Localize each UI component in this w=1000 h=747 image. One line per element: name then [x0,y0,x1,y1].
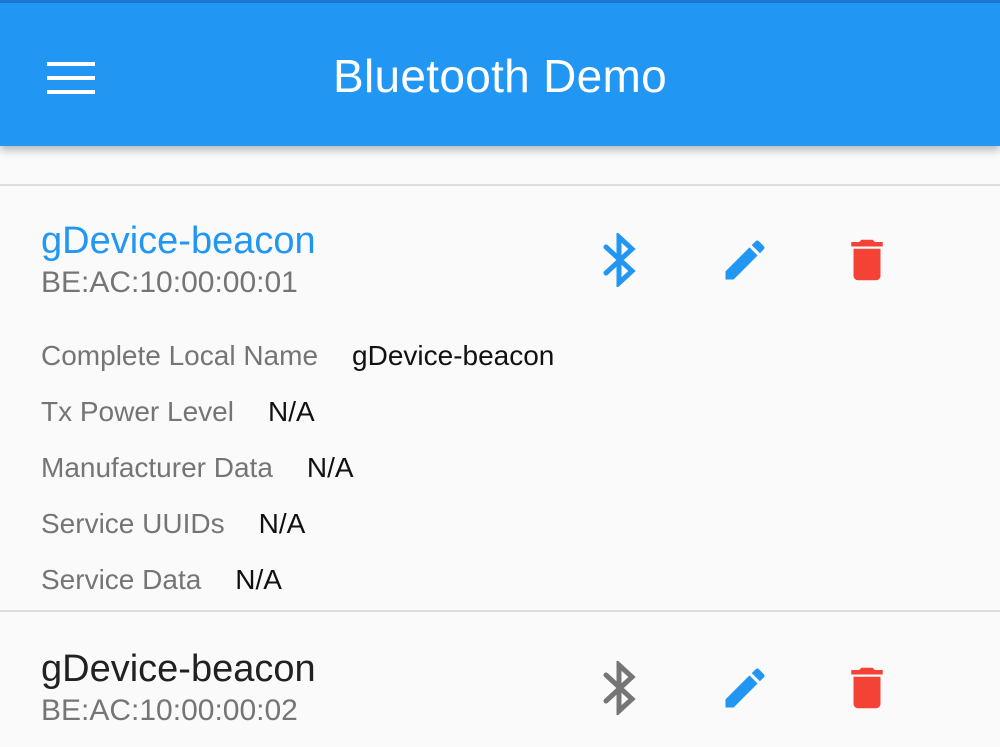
detail-row: Manufacturer Data N/A [41,452,354,484]
detail-value: N/A [258,508,306,539]
connect-button[interactable] [590,658,650,718]
connect-button[interactable] [590,230,650,290]
device-mac-address: BE:AC:10:00:00:01 [41,266,298,299]
device-list-item[interactable]: gDevice-beacon BE:AC:10:00:00:01 Complet… [0,186,1000,610]
edit-icon [725,240,765,280]
delete-button[interactable] [837,658,897,718]
detail-label: Tx Power Level [41,396,234,427]
detail-value: N/A [267,396,315,427]
edit-button[interactable] [715,230,775,290]
bluetooth-icon [603,661,636,715]
detail-label: Complete Local Name [41,340,319,371]
edit-icon [725,668,765,708]
device-mac-address: BE:AC:10:00:00:02 [41,694,298,727]
delete-icon [851,667,883,709]
detail-row: Tx Power Level N/A [41,396,315,428]
delete-button[interactable] [837,230,897,290]
detail-label: Manufacturer Data [41,452,273,483]
detail-row: Complete Local Name gDevice-beacon [41,340,554,372]
device-name: gDevice-beacon [41,648,316,690]
app-title: Bluetooth Demo [332,50,668,102]
edit-button[interactable] [715,658,775,718]
detail-label: Service UUIDs [41,508,225,539]
detail-value: N/A [306,452,354,483]
bluetooth-icon [603,233,636,287]
detail-value: N/A [235,564,282,595]
detail-row: Service UUIDs N/A [41,508,305,540]
detail-label: Service Data [41,564,202,595]
detail-value: gDevice-beacon [352,340,555,371]
delete-icon [851,239,883,281]
device-name: gDevice-beacon [41,220,316,262]
device-list-item[interactable]: gDevice-beacon BE:AC:10:00:00:02 [0,612,1000,747]
detail-row: Service Data N/A [41,564,282,596]
app-bar: Bluetooth Demo [0,0,1000,146]
